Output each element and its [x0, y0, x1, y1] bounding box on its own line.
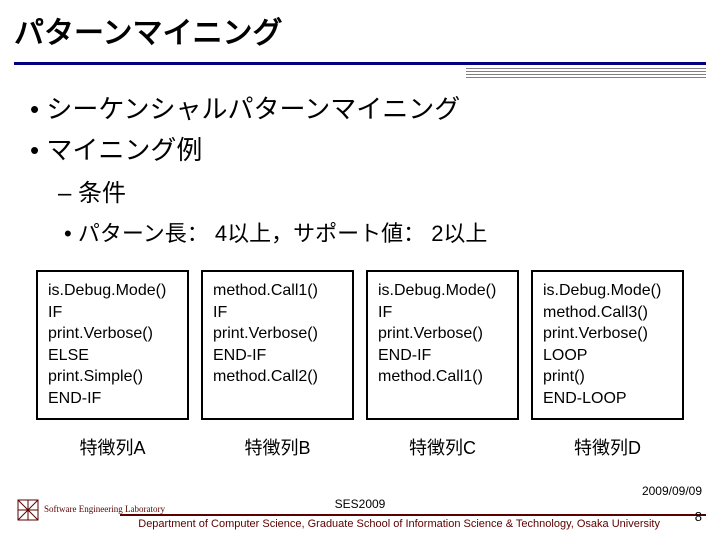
footer-rule: [120, 514, 706, 516]
sub-item: 条件: [58, 173, 690, 208]
pattern-box-a: is.Debug.Mode() IF print.Verbose() ELSE …: [36, 270, 189, 420]
label-b: 特徴列B: [201, 434, 354, 460]
pattern-box-d: is.Debug.Mode() method.Call3() print.Ver…: [531, 270, 684, 420]
label-c: 特徴列C: [366, 434, 519, 460]
date-label: 2009/09/09: [642, 484, 702, 498]
bullet-1: シーケンシャルパターンマイニング: [30, 89, 690, 126]
title-rule: [14, 62, 706, 65]
sub-list: 条件: [30, 173, 690, 208]
pattern-labels: 特徴列A 特徴列B 特徴列C 特徴列D: [36, 434, 684, 460]
pattern-box-c: is.Debug.Mode() IF print.Verbose() END-I…: [366, 270, 519, 420]
pattern-boxes: is.Debug.Mode() IF print.Verbose() ELSE …: [36, 270, 684, 420]
page-number: 8: [695, 509, 702, 524]
label-d: 特徴列D: [531, 434, 684, 460]
slide-title: パターンマイニング: [14, 8, 706, 52]
subsub-item: パターン長： 4以上，サポート値： 2以上: [64, 216, 690, 248]
footer: SES2009 2009/09/09 Department of Compute…: [0, 497, 720, 530]
bullet-2: マイニング例: [30, 130, 690, 167]
lab-logo-icon: [16, 498, 40, 522]
lab-logo-text: Software Engineering Laboratory: [44, 505, 165, 514]
label-a: 特徴列A: [36, 434, 189, 460]
lab-logo: Software Engineering Laboratory: [16, 498, 165, 522]
bullet-list: シーケンシャルパターンマイニング マイニング例: [30, 89, 690, 167]
subsub-list: パターン長： 4以上，サポート値： 2以上: [30, 216, 690, 248]
pattern-box-b: method.Call1() IF print.Verbose() END-IF…: [201, 270, 354, 420]
